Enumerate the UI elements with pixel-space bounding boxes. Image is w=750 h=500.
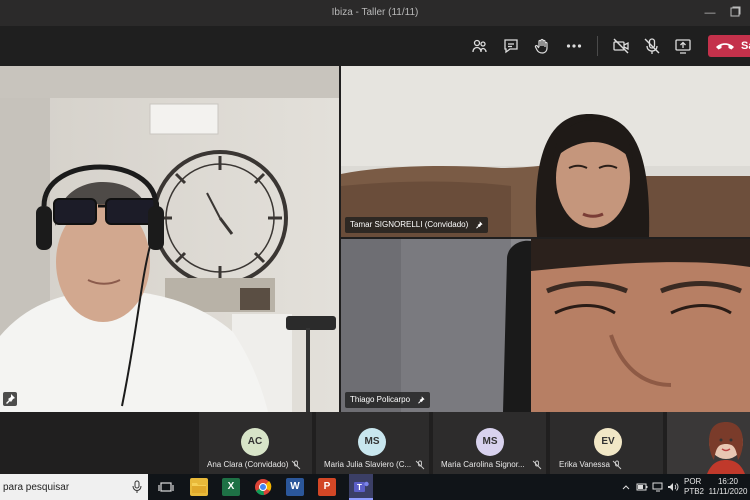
mic-off-icon — [415, 460, 425, 470]
leave-button[interactable]: Sa — [708, 35, 750, 57]
participant-card[interactable]: MS Maria Julia Slaviero (C... — [316, 412, 429, 474]
task-view-icon[interactable] — [157, 478, 175, 496]
title-bar: Ibiza - Taller (11/11) — — [0, 0, 750, 26]
word-icon[interactable]: W — [286, 478, 304, 496]
powerpoint-icon[interactable]: P — [318, 478, 336, 496]
pin-icon[interactable] — [474, 220, 484, 230]
network-icon[interactable] — [652, 482, 664, 492]
share-screen-icon[interactable] — [674, 37, 692, 55]
meeting-toolbar: Sa — [0, 26, 750, 66]
participant-video — [341, 66, 750, 237]
hang-up-icon — [716, 43, 734, 50]
participant-card[interactable]: EV Erika Vanessa — [550, 412, 663, 474]
participant-card-name: Erika Vanessa — [559, 460, 610, 469]
search-text: para pesquisar — [3, 482, 70, 493]
minimize-icon[interactable]: — — [703, 6, 717, 20]
self-video-thumbnail[interactable] — [667, 412, 750, 474]
avatar: AC — [241, 428, 269, 456]
participants-icon[interactable] — [471, 37, 489, 55]
avatar: EV — [594, 428, 622, 456]
taskbar-search[interactable]: para pesquisar — [0, 474, 148, 500]
pin-icon[interactable] — [3, 392, 17, 406]
participant-name-tag: Tamar SIGNORELLI (Convidado) — [345, 217, 489, 233]
video-tile-tamar[interactable]: Tamar SIGNORELLI (Convidado) — [341, 66, 750, 237]
toolbar-divider — [597, 36, 598, 56]
chevron-up-icon[interactable] — [622, 483, 630, 491]
mic-off-icon — [532, 460, 542, 470]
raise-hand-icon[interactable] — [533, 37, 551, 55]
pin-icon[interactable] — [416, 395, 426, 405]
leave-label: Sa — [741, 40, 750, 52]
language-indicator[interactable]: POR PTB2 — [684, 477, 704, 496]
participant-card-name: Ana Clara (Convidado) — [207, 460, 289, 469]
clock-date: 11/11/2020 — [708, 487, 748, 496]
participant-card[interactable]: MS Maria Carolina Signor... — [433, 412, 546, 474]
volume-icon[interactable] — [667, 482, 679, 492]
participant-strip: AC Ana Clara (Convidado) MS Maria Julia … — [0, 412, 750, 474]
excel-icon[interactable]: X — [222, 478, 240, 496]
avatar: MS — [476, 428, 504, 456]
keyboard-layout: PTB2 — [684, 487, 705, 496]
battery-icon[interactable] — [636, 482, 648, 492]
windows-taskbar: para pesquisar X W P T POR PTB2 16:20 11… — [0, 474, 750, 500]
window-title: Ibiza - Taller (11/11) — [331, 7, 419, 18]
avatar: MS — [358, 428, 386, 456]
teams-icon[interactable]: T — [349, 474, 373, 500]
participant-card[interactable]: AC Ana Clara (Convidado) — [199, 412, 312, 474]
camera-off-icon[interactable] — [612, 37, 630, 55]
clock-time: 16:20 — [717, 477, 739, 486]
microphone-icon[interactable] — [131, 480, 143, 494]
participant-name-tag: Thiago Policarpo — [345, 392, 431, 408]
clock[interactable]: 16:20 11/11/2020 — [708, 477, 748, 496]
maximize-icon[interactable] — [728, 6, 742, 20]
language-code: POR — [684, 477, 702, 486]
mic-off-icon[interactable] — [643, 37, 661, 55]
teams-meeting-window: Ibiza - Taller (11/11) — Sa — [0, 0, 750, 500]
mic-off-icon — [291, 460, 301, 470]
mic-off-icon — [612, 460, 622, 470]
participant-card-name: Maria Julia Slaviero (C... — [324, 460, 412, 469]
chat-icon[interactable] — [502, 37, 520, 55]
file-explorer-icon[interactable] — [190, 478, 208, 496]
participant-card-name: Maria Carolina Signor... — [441, 460, 525, 469]
participant-name: Thiago Policarpo — [350, 395, 411, 404]
more-options-icon[interactable] — [565, 37, 583, 55]
self-video — [707, 422, 745, 474]
chrome-icon[interactable] — [254, 478, 272, 496]
video-tile-main[interactable] — [0, 66, 339, 412]
participant-video — [0, 66, 339, 412]
svg-text:T: T — [357, 483, 362, 492]
participant-video — [341, 239, 750, 412]
video-tile-thiago[interactable]: Thiago Policarpo — [341, 239, 750, 412]
participant-name: Tamar SIGNORELLI (Convidado) — [350, 220, 469, 229]
